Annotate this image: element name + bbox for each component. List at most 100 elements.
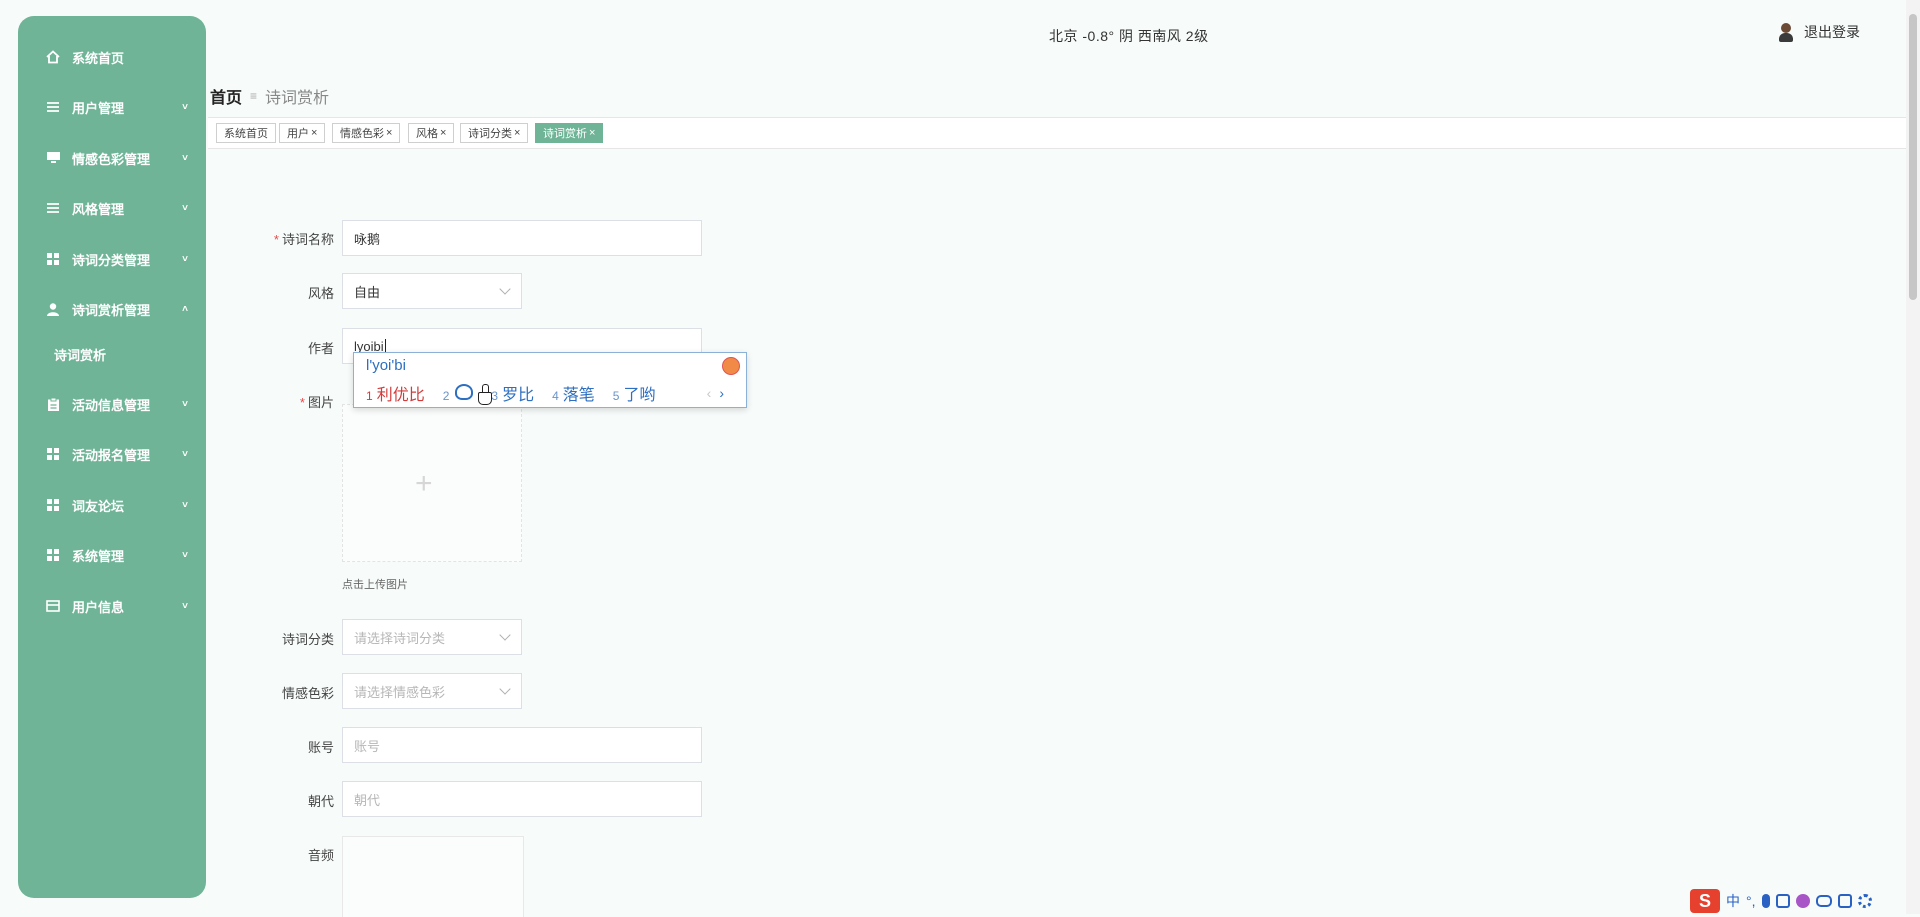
page-scrollbar[interactable] — [1906, 0, 1920, 914]
ime-page-nav: ‹ › — [707, 385, 724, 401]
dynasty-input[interactable]: 朝代 — [342, 781, 702, 817]
microphone-icon[interactable] — [1761, 894, 1770, 908]
logout-button[interactable]: 退出登录 — [1778, 22, 1860, 42]
candidate-text: 落笔 — [562, 387, 595, 404]
tag-user[interactable]: 用户 × — [279, 123, 326, 143]
sidebar-item-system-management[interactable]: 系统管理 ˅ — [18, 530, 206, 580]
sidebar-subitem-poem-appreciation[interactable]: 诗词赏析 — [18, 334, 206, 374]
audio-upload[interactable] — [342, 836, 524, 917]
logout-label: 退出登录 — [1804, 24, 1860, 40]
sidebar-item-user-info[interactable]: 用户信息 ˅ — [18, 581, 206, 631]
monitor-icon — [45, 150, 61, 166]
ime-candidate-popup: l'yoi'bi 1 利优比 2 3 罗比 4 落笔 5 了哟 ‹ › — [353, 352, 747, 408]
select-placeholder: 请选择诗词分类 — [354, 630, 446, 646]
ime-toolbar: S 中 °, — [1690, 888, 1872, 914]
sidebar-item-label: 用户管理 — [72, 100, 125, 116]
breadcrumb: 首页 ≡ 诗词赏析 — [210, 84, 329, 108]
ime-skin-icon[interactable] — [722, 357, 740, 375]
chevron-down-icon: ˅ — [182, 152, 188, 164]
chevron-down-icon: ˅ — [182, 101, 188, 113]
author-label: 作者 — [224, 338, 334, 357]
tag-label: 用户 — [287, 128, 309, 140]
sidebar: 系统首页 用户管理 ˅ 情感色彩管理 ˅ 风格管理 ˅ 诗词分类管理 ˅ 诗词赏… — [18, 16, 206, 898]
close-icon[interactable]: × — [386, 127, 392, 139]
assistant-icon[interactable] — [1815, 895, 1832, 907]
poem-name-input[interactable]: 咏鹅 — [342, 220, 702, 256]
label-text: 情感色彩 — [281, 686, 334, 701]
emoji-icon — [455, 383, 474, 400]
sogou-logo-icon[interactable]: S — [1690, 889, 1720, 913]
chevron-down-icon — [499, 629, 511, 641]
sidebar-item-emotion-management[interactable]: 情感色彩管理 ˅ — [18, 133, 206, 183]
ime-candidate[interactable]: 5 了哟 — [613, 381, 656, 405]
toolbox-icon[interactable] — [1837, 894, 1852, 908]
candidate-text: 了哟 — [623, 387, 656, 404]
ime-candidate[interactable]: 3 罗比 — [491, 381, 534, 405]
home-icon — [45, 49, 61, 65]
gear-icon[interactable] — [1857, 894, 1872, 908]
ime-candidate[interactable]: 4 落笔 — [552, 381, 595, 405]
next-page-icon[interactable]: › — [719, 385, 724, 401]
breadcrumb-separator: ≡ — [250, 89, 258, 103]
ime-candidates: 1 利优比 2 3 罗比 4 落笔 5 了哟 — [366, 381, 674, 405]
sidebar-item-label: 活动信息管理 — [72, 397, 151, 413]
sidebar-item-style-management[interactable]: 风格管理 ˅ — [18, 183, 206, 233]
chevron-down-icon: ˅ — [182, 600, 188, 612]
keyboard-icon[interactable] — [1775, 894, 1790, 908]
sidebar-item-label: 活动报名管理 — [72, 447, 151, 463]
candidate-number: 4 — [552, 389, 559, 403]
breadcrumb-home[interactable]: 首页 — [210, 84, 242, 108]
sidebar-item-forum[interactable]: 词友论坛 ˅ — [18, 480, 206, 530]
hand-cursor-icon — [478, 384, 492, 405]
sidebar-item-label: 词友论坛 — [72, 498, 125, 514]
ime-punctuation-toggle[interactable]: °, — [1746, 893, 1756, 909]
sidebar-item-poem-category-management[interactable]: 诗词分类管理 ˅ — [18, 234, 206, 284]
tag-poem-category[interactable]: 诗词分类 × — [460, 123, 529, 143]
select-placeholder: 请选择情感色彩 — [354, 684, 446, 700]
image-label: * 图片 — [224, 392, 334, 411]
avatar-icon — [1778, 22, 1796, 42]
list-icon — [45, 200, 61, 216]
sidebar-item-label: 系统首页 — [72, 50, 125, 66]
close-icon[interactable]: × — [514, 127, 520, 139]
close-icon[interactable]: × — [311, 127, 317, 139]
tag-poem-appreciation[interactable]: 诗词赏析 × — [535, 123, 604, 143]
list-icon — [45, 99, 61, 115]
style-select[interactable]: 自由 — [342, 273, 522, 309]
emotion-select[interactable]: 请选择情感色彩 — [342, 673, 522, 709]
tag-style[interactable]: 风格 × — [408, 123, 455, 143]
required-mark: * — [273, 232, 279, 247]
sidebar-item-label: 诗词赏析管理 — [72, 302, 151, 318]
sidebar-item-activity-signup-management[interactable]: 活动报名管理 ˅ — [18, 429, 206, 479]
account-label: 账号 — [224, 737, 334, 756]
close-icon[interactable]: × — [589, 127, 595, 139]
style-label: 风格 — [224, 283, 334, 302]
close-icon[interactable]: × — [440, 127, 446, 139]
sidebar-item-label: 用户信息 — [72, 599, 125, 615]
skin-icon[interactable] — [1795, 894, 1810, 908]
prev-page-icon[interactable]: ‹ — [707, 385, 712, 401]
sidebar-item-poem-appreciation-management[interactable]: 诗词赏析管理 ˄ — [18, 284, 206, 334]
ime-candidate[interactable]: 2 — [443, 383, 474, 403]
tag-emotion[interactable]: 情感色彩 × — [332, 123, 401, 143]
sidebar-item-label: 风格管理 — [72, 201, 125, 217]
sidebar-item-home[interactable]: 系统首页 — [18, 32, 206, 82]
text-caret — [384, 339, 386, 353]
sidebar-item-label: 诗词分类管理 — [72, 252, 151, 268]
tag-home[interactable]: 系统首页 — [216, 123, 276, 143]
ime-language-toggle[interactable]: 中 — [1726, 891, 1740, 911]
image-upload[interactable]: + — [342, 404, 522, 562]
input-placeholder: 朝代 — [354, 792, 381, 808]
dynasty-label: 朝代 — [224, 791, 334, 810]
chevron-down-icon: ˅ — [182, 549, 188, 561]
scrollbar-thumb[interactable] — [1909, 14, 1917, 300]
ime-candidate[interactable]: 1 利优比 — [366, 381, 425, 405]
candidate-number: 3 — [491, 389, 499, 403]
sidebar-item-activity-info-management[interactable]: 活动信息管理 ˅ — [18, 379, 206, 429]
account-input[interactable]: 账号 — [342, 727, 702, 763]
category-label: 诗词分类 — [224, 629, 334, 648]
category-select[interactable]: 请选择诗词分类 — [342, 619, 522, 655]
chevron-down-icon: ˅ — [182, 499, 188, 511]
sidebar-item-user-management[interactable]: 用户管理 ˅ — [18, 82, 206, 132]
label-text: 诗词名称 — [281, 232, 334, 247]
